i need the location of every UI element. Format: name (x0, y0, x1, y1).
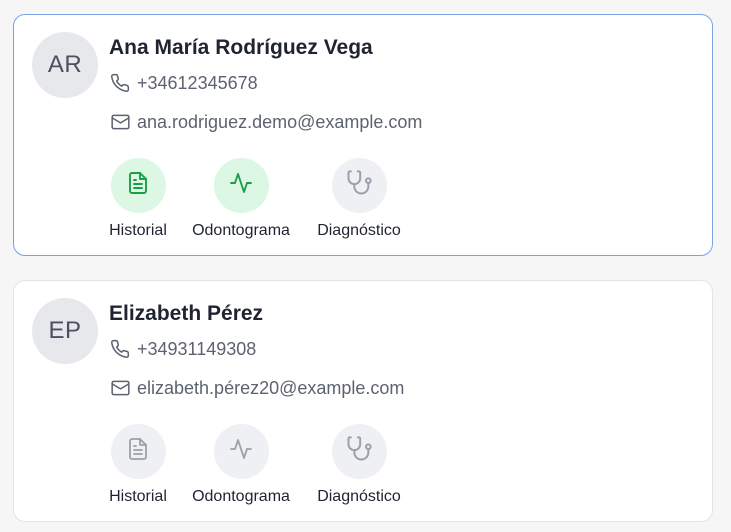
diagnostico-icon-circle[interactable] (331, 158, 387, 213)
phone-icon (109, 72, 131, 94)
phone-number: +34931149308 (137, 338, 257, 359)
patient-name: Ana María Rodríguez Vega (109, 36, 373, 59)
avatar: AR (32, 32, 98, 98)
stethoscope-icon (345, 435, 373, 468)
patient-name: Elizabeth Pérez (109, 302, 264, 325)
avatar: EP (32, 298, 98, 364)
historial-label: Historial (109, 222, 167, 239)
email-row: ana.rodriguez.demo@example.com (109, 111, 422, 133)
activity-pulse-icon (228, 437, 254, 466)
diagnostico-icon-circle[interactable] (331, 424, 387, 479)
email-address: elizabeth.pérez20@example.com (137, 377, 405, 398)
odontograma-button[interactable]: Odontograma (189, 424, 293, 506)
document-icon (126, 171, 150, 200)
phone-row: +34931149308 (109, 338, 256, 360)
email-address: ana.rodriguez.demo@example.com (137, 111, 423, 132)
historial-button[interactable]: Historial (107, 158, 169, 240)
phone-number: +34612345678 (137, 72, 258, 93)
document-icon (126, 437, 150, 466)
email-row: elizabeth.pérez20@example.com (109, 377, 404, 399)
odontograma-icon-circle[interactable] (213, 424, 269, 479)
diagnostico-button[interactable]: Diagnóstico (314, 158, 404, 240)
odontograma-button[interactable]: Odontograma (189, 158, 293, 240)
mail-icon (109, 377, 131, 399)
phone-row: +34612345678 (109, 72, 258, 94)
historial-icon-circle[interactable] (110, 424, 166, 479)
stethoscope-icon (345, 169, 373, 202)
patient-card[interactable]: AR Ana María Rodríguez Vega +34612345678… (13, 14, 713, 256)
diagnostico-label: Diagnóstico (317, 222, 401, 239)
historial-button[interactable]: Historial (107, 424, 169, 506)
diagnostico-label: Diagnóstico (317, 488, 401, 505)
odontograma-label: Odontograma (192, 222, 290, 239)
odontograma-icon-circle[interactable] (213, 158, 269, 213)
diagnostico-button[interactable]: Diagnóstico (314, 424, 404, 506)
activity-pulse-icon (228, 171, 254, 200)
patient-card[interactable]: EP Elizabeth Pérez +34931149308 elizabet… (13, 280, 713, 522)
mail-icon (109, 111, 131, 133)
historial-icon-circle[interactable] (110, 158, 166, 213)
historial-label: Historial (109, 488, 167, 505)
odontograma-label: Odontograma (192, 488, 290, 505)
phone-icon (109, 338, 131, 360)
